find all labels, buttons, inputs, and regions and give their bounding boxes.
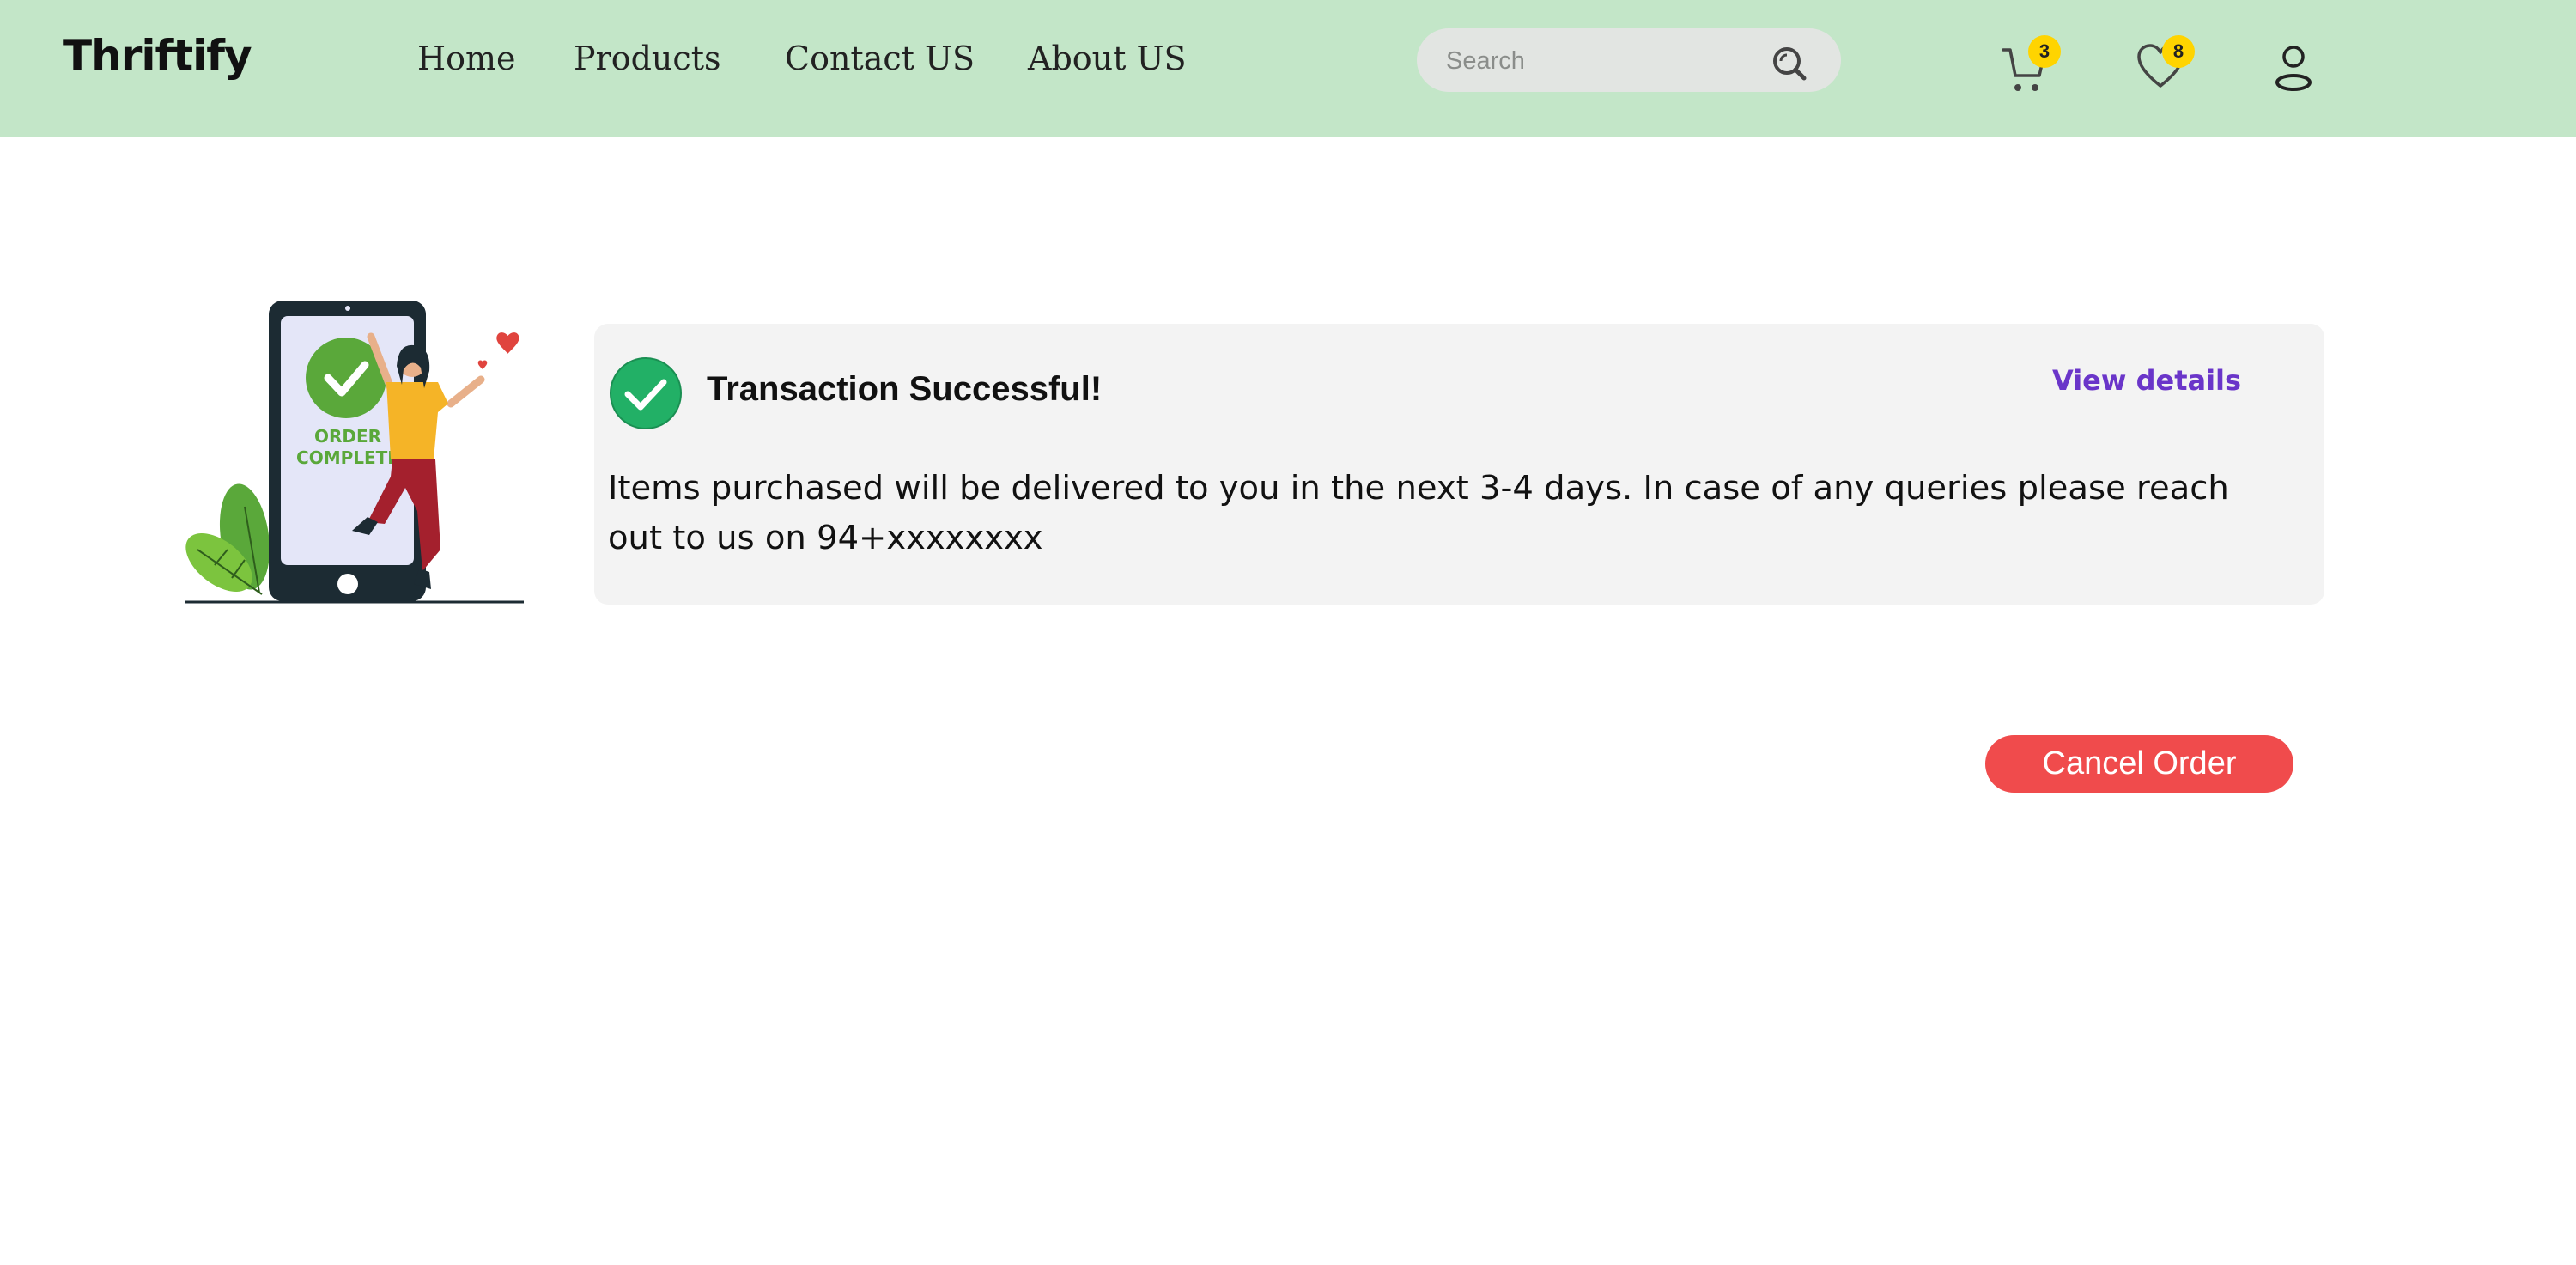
illustration-label-order: ORDER [314,426,381,447]
wishlist-count-badge: 8 [2162,35,2195,68]
account-button[interactable] [2274,45,2313,93]
cancel-order-button[interactable]: Cancel Order [1985,735,2293,793]
search-input[interactable] [1444,28,1774,94]
illustration-label-complete: COMPLETE [296,447,399,468]
heart-decoration [477,332,519,369]
nav-about-us[interactable]: About US [1028,40,1187,77]
transaction-title: Transaction Successful! [707,370,1103,408]
order-complete-illustration: ORDER COMPLETE [185,301,524,604]
top-navbar: Thriftify Home Products Contact US About… [0,0,2576,137]
success-check-icon [610,357,682,429]
nav-contact-us[interactable]: Contact US [785,40,975,77]
user-icon [2275,46,2312,91]
search-icon[interactable] [1771,45,1808,82]
nav-home[interactable]: Home [417,40,516,77]
leaf-icon [185,483,270,595]
site-logo[interactable]: Thriftify [63,31,252,81]
delivery-message: Items purchased will be delivered to you… [608,469,2229,557]
phone-home-button [337,574,358,594]
view-details-link[interactable]: View details [2052,364,2241,397]
cart-count-badge: 3 [2028,35,2061,68]
nav-products[interactable]: Products [574,40,720,77]
